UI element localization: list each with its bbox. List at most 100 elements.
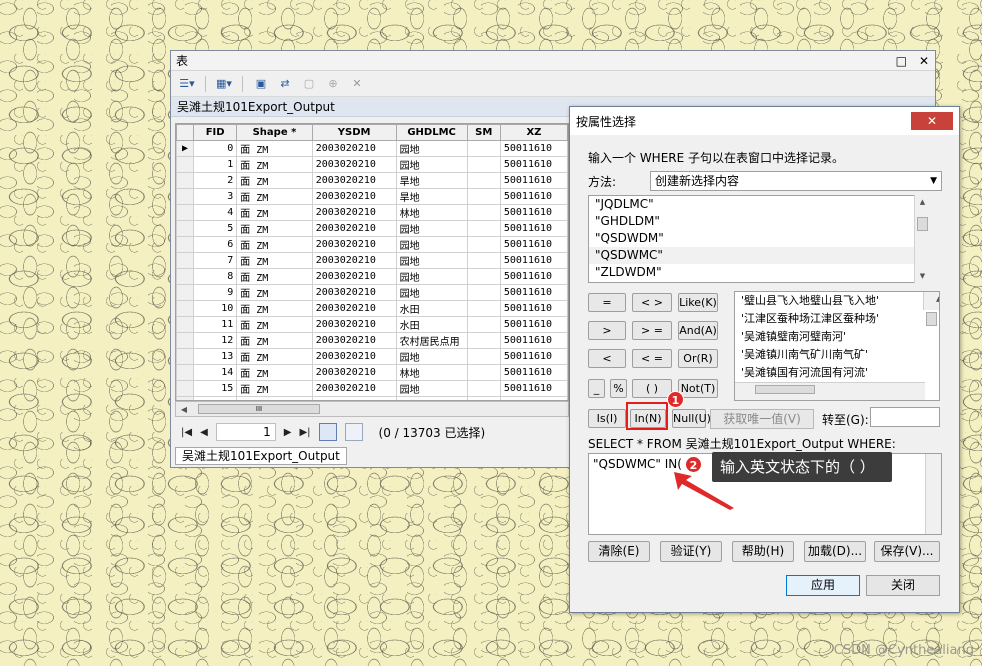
operator-not-equal-button[interactable]: < > xyxy=(632,293,672,312)
cell-ghdlmc[interactable]: 水田 xyxy=(395,300,468,317)
cell-fid[interactable]: 14 xyxy=(193,364,238,381)
cell-ysdm[interactable]: 2003020210 xyxy=(311,188,397,205)
cell-ysdm[interactable]: 2003020210 xyxy=(311,236,397,253)
value-item[interactable]: '吴滩镇璧南河璧南河' xyxy=(735,328,939,346)
scrollbar-thumb[interactable] xyxy=(755,385,815,394)
table-row[interactable]: 10 面 ZM 2003020210 水田 50011610 xyxy=(176,300,568,317)
cell-sm[interactable] xyxy=(466,380,501,397)
cell-shape[interactable]: 面 ZM xyxy=(236,332,313,349)
operator-parentheses-button[interactable]: ( ) xyxy=(632,379,672,398)
maximize-icon[interactable]: □ xyxy=(896,54,907,68)
cell-ysdm[interactable]: 2003020210 xyxy=(311,300,397,317)
clear-button[interactable]: 清除(E) xyxy=(588,541,650,562)
table-row[interactable]: 11 面 ZM 2003020210 水田 50011610 xyxy=(176,316,568,333)
apply-button[interactable]: 应用 xyxy=(786,575,860,596)
cell-ysdm[interactable]: 2003020210 xyxy=(311,140,397,157)
operator-greater-button[interactable]: > xyxy=(588,321,626,340)
operator-or-button[interactable]: Or(R) xyxy=(678,349,718,368)
cell-xz[interactable]: 50011610 xyxy=(499,236,568,253)
cell-ghdlmc[interactable]: 旱地 xyxy=(395,188,468,205)
cell-ysdm[interactable]: 2003020210 xyxy=(311,332,397,349)
scroll-up-icon[interactable]: ▲ xyxy=(930,292,939,306)
operator-and-button[interactable]: And(A) xyxy=(678,321,718,340)
row-selector[interactable] xyxy=(176,348,195,365)
cell-ghdlmc[interactable]: 园地 xyxy=(395,348,468,365)
row-selector[interactable] xyxy=(176,380,195,397)
cell-fid[interactable]: 0 xyxy=(193,140,238,157)
cell-sm[interactable] xyxy=(466,172,501,189)
table-horizontal-scrollbar[interactable]: ◀ III xyxy=(175,401,569,417)
cell-ghdlmc[interactable]: 旱地 xyxy=(395,172,468,189)
row-selector[interactable]: ▶ xyxy=(176,140,195,157)
cell-xz[interactable]: 50011610 xyxy=(499,380,568,397)
operator-equals-button[interactable]: = xyxy=(588,293,626,312)
scroll-down-icon[interactable]: ▼ xyxy=(915,269,930,283)
value-item[interactable]: '江津区蚕种场江津区蚕种场' xyxy=(735,310,939,328)
cell-fid[interactable]: 9 xyxy=(193,284,238,301)
operator-underscore-button[interactable]: _ xyxy=(588,379,605,398)
close-button[interactable]: 关闭 xyxy=(866,575,940,596)
close-icon[interactable]: ✕ xyxy=(919,54,929,68)
row-selector[interactable] xyxy=(176,364,195,381)
cell-shape[interactable]: 面 ZM xyxy=(236,300,313,317)
cell-shape[interactable]: 面 ZM xyxy=(236,220,313,237)
cell-ghdlmc[interactable]: 水田 xyxy=(395,316,468,333)
cell-sm[interactable] xyxy=(466,284,501,301)
values-horizontal-scrollbar[interactable] xyxy=(735,382,925,400)
save-button[interactable]: 保存(V)... xyxy=(874,541,940,562)
row-selector[interactable] xyxy=(176,252,195,269)
sql-vertical-scrollbar[interactable] xyxy=(925,454,941,534)
last-record-button[interactable]: ▶| xyxy=(299,427,310,438)
column-header-ghdlmc[interactable]: GHDLMC xyxy=(395,124,468,141)
cell-sm[interactable] xyxy=(466,140,501,157)
cell-xz[interactable]: 50011610 xyxy=(499,140,568,157)
table-row[interactable]: 14 面 ZM 2003020210 林地 50011610 xyxy=(176,364,568,381)
cell-ysdm[interactable]: 2003020210 xyxy=(311,252,397,269)
cell-shape[interactable]: 面 ZM xyxy=(236,284,313,301)
delete-selected-icon[interactable]: ✕ xyxy=(347,75,367,93)
column-header-xz[interactable]: XZ xyxy=(499,124,568,141)
value-item[interactable]: '吴滩镇川南气矿川南气矿' xyxy=(735,346,939,364)
load-button[interactable]: 加载(D)... xyxy=(804,541,866,562)
cell-ysdm[interactable]: 2003020210 xyxy=(311,380,397,397)
cell-shape[interactable]: 面 ZM xyxy=(236,252,313,269)
cell-fid[interactable]: 3 xyxy=(193,188,238,205)
table-row[interactable]: 3面 ZM 2003020210 旱地 50011610 xyxy=(176,188,568,205)
cell-shape[interactable]: 面 ZM xyxy=(236,364,313,381)
cell-shape[interactable]: 面 ZM xyxy=(236,236,313,253)
get-unique-values-button[interactable]: 获取唯一值(V) xyxy=(710,409,814,429)
cell-sm[interactable] xyxy=(466,188,501,205)
cell-fid[interactable]: 12 xyxy=(193,332,238,349)
cell-shape[interactable]: 面 ZM xyxy=(236,188,313,205)
cell-ghdlmc[interactable]: 园地 xyxy=(395,236,468,253)
cell-xz[interactable]: 50011610 xyxy=(499,220,568,237)
fields-vertical-scrollbar[interactable]: ▲ ▼ xyxy=(914,195,930,283)
previous-record-button[interactable]: ◀ xyxy=(200,427,208,438)
table-row[interactable]: 1面 ZM 2003020210 园地 50011610 xyxy=(176,156,568,173)
fields-list[interactable]: "JQDLMC" "GHDLDM" "QSDWDM" "QSDWMC" "ZLD… xyxy=(588,195,930,283)
value-item[interactable]: '璧山县飞入地璧山县飞入地' xyxy=(735,292,939,310)
cell-xz[interactable]: 50011610 xyxy=(499,156,568,173)
cell-ysdm[interactable]: 2003020210 xyxy=(311,204,397,221)
cell-xz[interactable]: 50011610 xyxy=(499,348,568,365)
cell-shape[interactable]: 面 ZM xyxy=(236,140,313,157)
cell-fid[interactable]: 15 xyxy=(193,380,238,397)
row-selector[interactable] xyxy=(176,156,195,173)
cell-ghdlmc[interactable]: 农村居民点用 xyxy=(395,332,468,349)
cell-sm[interactable] xyxy=(466,204,501,221)
row-selector[interactable] xyxy=(176,204,195,221)
cell-ghdlmc[interactable]: 园地 xyxy=(395,284,468,301)
cell-fid[interactable]: 2 xyxy=(193,172,238,189)
operator-not-button[interactable]: Not(T) xyxy=(678,379,718,398)
operator-null-button[interactable]: Null(U) xyxy=(672,409,711,428)
cell-sm[interactable] xyxy=(466,348,501,365)
cell-fid[interactable]: 1 xyxy=(193,156,238,173)
cell-ghdlmc[interactable]: 林地 xyxy=(395,204,468,221)
cell-ghdlmc[interactable]: 园地 xyxy=(395,220,468,237)
unique-values-list[interactable]: '璧山县飞入地璧山县飞入地' '江津区蚕种场江津区蚕种场' '吴滩镇璧南河璧南河… xyxy=(734,291,940,401)
cell-ysdm[interactable]: 2003020210 xyxy=(311,348,397,365)
cell-sm[interactable] xyxy=(466,156,501,173)
cell-fid[interactable]: 7 xyxy=(193,252,238,269)
table-row[interactable]: 4面 ZM 2003020210 林地 50011610 xyxy=(176,204,568,221)
select-by-attributes-icon[interactable]: ▣ xyxy=(251,75,271,93)
